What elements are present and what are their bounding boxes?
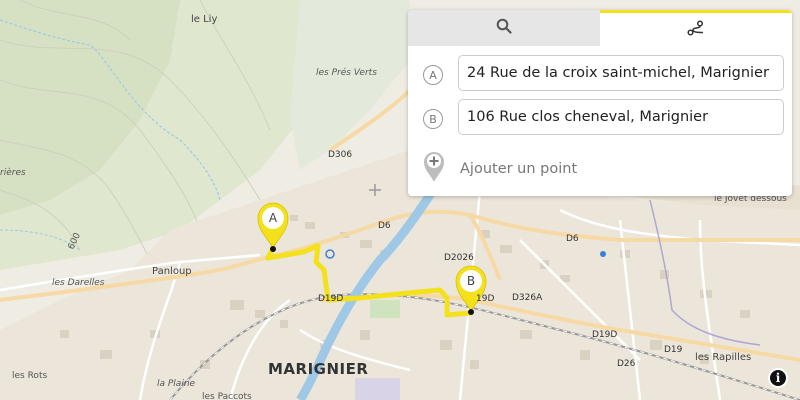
place-label: les Prés Verts [316,67,377,78]
road-label: D19D [592,330,617,340]
info-icon: i [770,370,786,386]
panel-tabs [408,10,792,46]
place-label-town: MARIGNIER [268,360,368,378]
road-label: D6 [566,234,579,244]
point-a-badge: A [423,65,443,85]
road-label: D19D [318,294,343,304]
route-icon [687,19,705,40]
place-label: le Liy [191,14,217,25]
add-point-label: Ajouter un point [460,161,578,177]
point-b-input[interactable] [458,99,784,135]
point-b-badge: B [423,109,443,129]
tab-search[interactable] [408,10,600,46]
place-label: Panloup [152,266,192,277]
road-label: D26 [617,359,636,369]
search-icon [496,18,512,38]
place-label: les Darelles [52,278,105,288]
add-point-button[interactable]: Ajouter un point [422,150,577,188]
svg-text:A: A [269,211,278,225]
place-label: les Paccots [202,392,252,400]
place-label: la Plaine [157,379,196,389]
road-label: D2026 [444,253,474,263]
place-label: les Rapilles [695,352,751,363]
add-marker-icon [422,150,446,188]
road-label: D6 [378,221,391,231]
road-label: 19D [476,294,494,304]
svg-text:B: B [467,274,475,288]
place-label: les Rots [12,371,47,381]
road-label: D19 [664,345,683,355]
road-label: D326A [512,293,543,303]
road-label: D306 [328,150,352,160]
point-a-input[interactable] [458,55,784,91]
info-button[interactable]: i [768,368,788,388]
place-label: rières [0,167,26,178]
tab-route[interactable] [600,10,792,46]
route-panel: A B Ajouter un point [408,10,792,196]
